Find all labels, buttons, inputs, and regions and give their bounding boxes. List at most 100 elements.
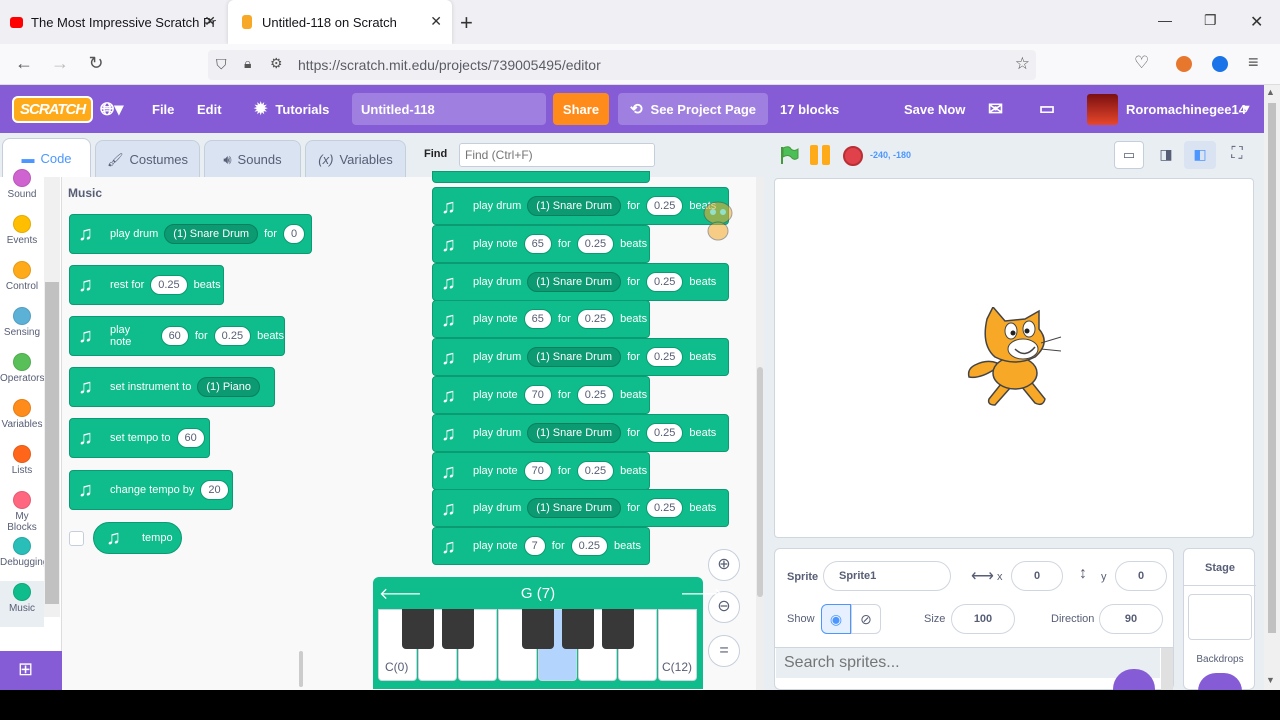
play-note-block[interactable]: ♫ play note 65 for 0.25 beats [432,300,650,339]
menu-icon[interactable]: ≡ [1248,52,1259,73]
stage-canvas[interactable] [774,178,1254,538]
scroll-down-icon[interactable]: ▼ [1266,675,1275,685]
my-stuff-folder-icon[interactable]: ▭ [1039,85,1055,133]
piano-black-key[interactable] [402,609,434,649]
note-input[interactable]: 70 [523,385,552,405]
pause-icon[interactable] [810,145,832,165]
search-sprites-input[interactable] [776,648,1160,678]
category-music[interactable]: Music [0,581,44,627]
category-operators[interactable]: Operators [0,351,44,397]
normal-stage-icon[interactable]: ◧ [1184,141,1216,169]
y-input[interactable]: 0 [1115,561,1167,591]
play-drum-block[interactable]: ♫ play drum (1) Snare Drum for 0.25 beats [432,338,729,377]
reload-icon[interactable]: ↻ [81,53,111,74]
edit-menu[interactable]: Edit [197,85,222,133]
piano-black-key[interactable] [442,609,474,649]
scroll-up-icon[interactable]: ▲ [1266,87,1275,97]
file-menu[interactable]: File [152,85,174,133]
beats-input[interactable]: 0.25 [213,326,252,346]
play-drum-block[interactable]: ♫ play drum (1) Snare Drum for 0.25 beats [432,262,729,301]
tempo-reporter-block[interactable]: ♫ tempo [93,522,182,554]
beats-input[interactable]: 0.25 [576,385,615,405]
category-scrollbar-thumb[interactable] [45,282,59,604]
extension-icon[interactable] [1212,56,1228,72]
fullscreen-icon[interactable]: ⛶ [1222,141,1252,169]
chevron-down-icon[interactable]: ▼ [1241,85,1252,133]
tempo-change-input[interactable]: 20 [200,480,229,500]
add-extension-button[interactable]: ⊞ [0,651,62,690]
tempo-monitor-checkbox[interactable] [69,531,84,546]
direction-input[interactable]: 90 [1099,604,1163,634]
play-note-block[interactable]: ♫ play note 65 for 0.25 beats [432,224,650,263]
cat-sprite[interactable] [965,307,1065,411]
sprite-list-scrollbar[interactable] [1161,648,1173,690]
block-stack-top[interactable] [432,171,650,183]
note-input[interactable]: 65 [523,233,552,254]
close-tab-icon[interactable]: ✕ [430,13,442,30]
lock-icon[interactable]: 🔒︎ [244,55,251,72]
save-now-button[interactable]: Save Now [904,85,965,133]
username[interactable]: Roromachinegee14 [1126,85,1246,133]
palette-scrollbar[interactable] [299,651,303,687]
note-input[interactable]: 65 [523,309,552,330]
beats-input[interactable]: 0.25 [570,536,609,557]
back-icon[interactable]: ← [9,53,39,74]
url-field[interactable]: ⛉ 🔒︎ ⚙ https://scratch.mit.edu/projects/… [208,50,1036,80]
beats-input[interactable]: 0.25 [645,498,684,519]
play-drum-block[interactable]: ♫ play drum (1) Snare Drum for 0.25 beats [432,413,729,452]
tab-variables[interactable]: (x) Variables [305,140,406,178]
note-input[interactable]: 70 [523,460,552,481]
see-project-page-button[interactable]: ⟲ See Project Page [618,93,768,125]
close-tab-icon[interactable]: ✕ [204,13,216,30]
show-eye-icon[interactable]: ◉ [821,604,851,634]
project-title-input[interactable]: Untitled-118 [352,93,546,125]
beats-input[interactable]: 0.25 [645,271,684,292]
drum-dropdown[interactable]: (1) Snare Drum [527,271,622,292]
change-tempo-block[interactable]: ♫ change tempo by 20 [69,470,233,510]
hide-eye-icon[interactable]: ⊘ [851,604,881,634]
play-note-block[interactable]: ♫ play note 70 for 0.25 beats [432,451,650,490]
drum-dropdown[interactable]: (1) Snare Drum [527,498,622,519]
piano-black-key[interactable] [602,609,634,649]
zoom-in-icon[interactable]: ⊕ [708,549,740,581]
piano-black-key[interactable] [522,609,554,649]
sprite-name-input[interactable]: Sprite1 [823,561,951,591]
category-lists[interactable]: Lists [0,443,44,489]
forward-icon[interactable]: → [45,53,75,74]
drum-dropdown[interactable]: (1) Snare Drum [527,347,622,368]
size-input[interactable]: 100 [951,604,1015,634]
language-globe-icon[interactable]: 🌐︎▾ [100,85,123,133]
minimize-button[interactable]: — [1158,12,1172,28]
share-button[interactable]: Share [553,93,609,125]
category-events[interactable]: Events [0,213,44,259]
play-drum-block[interactable]: ♫ play drum (1) Snare Drum for 0.25 beats [432,489,729,528]
beats-input[interactable]: 0.25 [150,275,188,295]
beats-input[interactable]: 0.25 [576,233,615,254]
tab-costumes[interactable]: 🖌︎ Costumes [95,140,200,178]
category-control[interactable]: Control [0,259,44,305]
piano-black-key[interactable] [562,609,594,649]
tempo-input[interactable]: 60 [176,428,205,448]
x-input[interactable]: 0 [1011,561,1063,591]
beats-input[interactable]: 0.25 [645,422,684,443]
beats-input[interactable]: 0.25 [645,347,684,368]
category-variables[interactable]: Variables [0,397,44,443]
page-scrollbar[interactable]: ▲ ▼ [1264,85,1280,690]
note-input[interactable]: 60 [160,326,189,346]
drum-dropdown[interactable]: (1) Snare Drum [527,422,622,443]
beats-input[interactable]: 0.25 [576,460,615,481]
find-input[interactable] [459,143,655,167]
bookmark-star-icon[interactable]: ☆ [1015,54,1030,74]
permissions-icon[interactable]: ⚙ [270,55,283,72]
tutorials-button[interactable]: ✹ Tutorials [254,85,329,133]
beats-input[interactable]: 0.25 [576,309,615,330]
category-debugging[interactable]: Debugging [0,535,48,581]
extension-icon[interactable] [1176,56,1192,72]
browser-tab-youtube[interactable]: The Most Impressive Scratch Pr ✕ [0,0,226,44]
new-tab-button[interactable]: + [460,10,473,36]
stop-icon[interactable] [843,146,863,166]
zoom-reset-icon[interactable]: = [708,635,740,667]
category-my-blocks[interactable]: My Blocks [0,489,44,535]
add-backdrop-button[interactable] [1198,673,1242,691]
close-window-button[interactable]: ✕ [1250,12,1263,32]
